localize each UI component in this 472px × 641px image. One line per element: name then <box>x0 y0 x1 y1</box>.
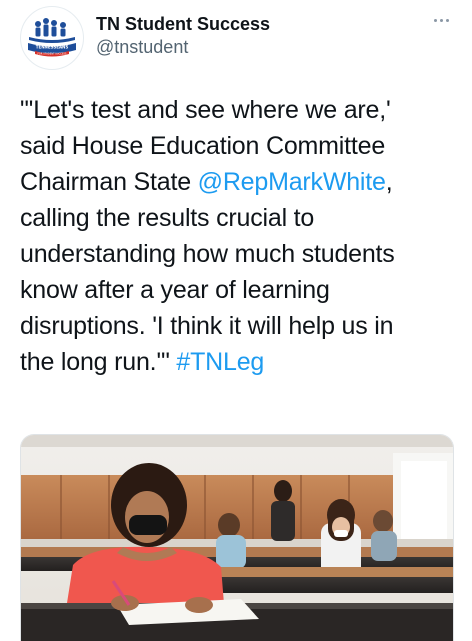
hashtag-link[interactable]: #TNLeg <box>176 348 264 376</box>
tweet-text-segment: Chairman State <box>20 168 198 196</box>
tweet-line: said House Education Committee <box>20 132 386 160</box>
tweet-text-segment: , <box>385 168 393 196</box>
svg-text:FOR STUDENT SUCCESS: FOR STUDENT SUCCESS <box>38 53 67 56</box>
tweet-media[interactable] <box>20 434 454 641</box>
tweet-line: "'Let's test and see where we are,' <box>20 96 391 124</box>
tweet-line: disruptions. 'I think it will help us in <box>20 312 394 340</box>
tweet-line: the long run.'" #TNLeg <box>20 344 460 380</box>
classroom-photo-icon <box>21 435 453 641</box>
svg-text:TENNESSEANS: TENNESSEANS <box>36 45 69 50</box>
tweet-text: "'Let's test and see where we are,' said… <box>20 92 460 380</box>
tweet-line: understanding how much students <box>20 240 395 268</box>
tweet-text-segment: the long run.'" <box>20 348 177 376</box>
avatar[interactable]: TENNESSEANS FOR STUDENT SUCCESS <box>20 6 84 70</box>
display-name[interactable]: TN Student Success <box>96 14 270 35</box>
mention-link[interactable]: @RepMarkWhite <box>198 168 386 196</box>
handle[interactable]: @tnstudent <box>96 37 188 58</box>
tweet-line: calling the results crucial to <box>20 204 315 232</box>
tn-student-success-logo-icon: TENNESSEANS FOR STUDENT SUCCESS <box>28 18 76 57</box>
tweet-line: Chairman State @RepMarkWhite, <box>20 164 460 200</box>
tweet-header: TENNESSEANS FOR STUDENT SUCCESS TN Stude… <box>20 6 460 70</box>
tweet-line: know after a year of learning <box>20 276 330 304</box>
more-options-icon[interactable] <box>428 10 454 30</box>
